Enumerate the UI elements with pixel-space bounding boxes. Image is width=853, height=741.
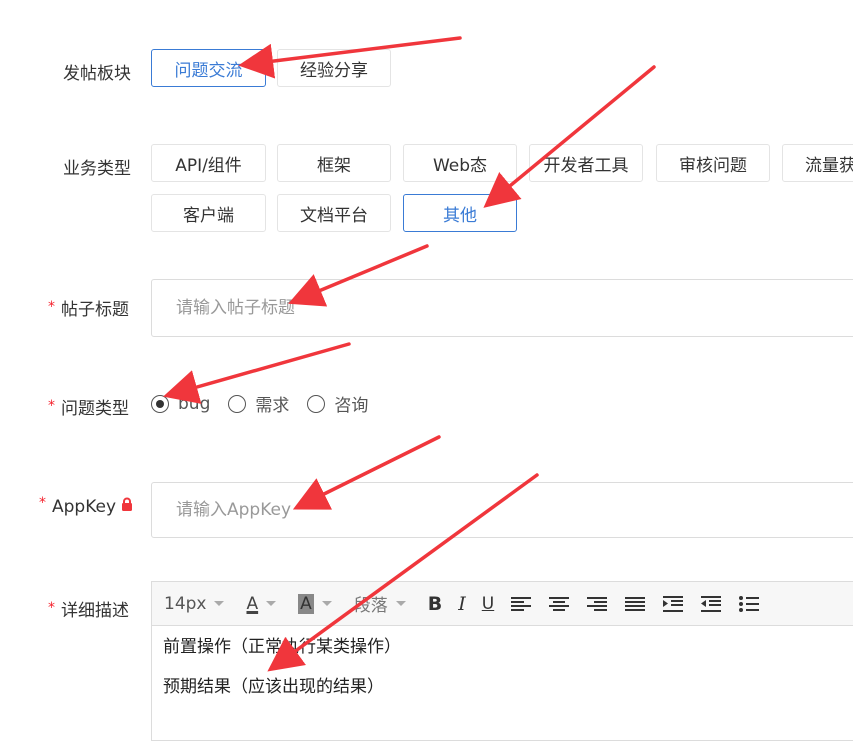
align-justify-button[interactable]: [624, 595, 646, 613]
align-left-icon: [511, 596, 532, 611]
editor-toolbar: 14px A A 段落 B I U: [152, 582, 853, 626]
required-mark: *: [48, 600, 55, 616]
bullet-list-button[interactable]: [738, 595, 760, 613]
business-option-other[interactable]: 其他: [403, 194, 517, 232]
align-right-icon: [587, 596, 608, 611]
bullet-list-icon: [739, 595, 760, 612]
title-label: 帖子标题: [61, 300, 129, 320]
radio-requirement[interactable]: 需求: [228, 391, 289, 416]
radio-consult[interactable]: 咨询: [307, 391, 368, 416]
required-mark: *: [48, 299, 55, 315]
radio-label-bug: bug: [178, 393, 211, 414]
font-color-dropdown[interactable]: A: [246, 593, 277, 614]
chevron-down-icon: [321, 601, 332, 606]
editor-line: 前置操作（正常执行某类操作）: [163, 637, 401, 657]
indent-icon: [663, 595, 684, 612]
business-option-web[interactable]: Web态: [403, 144, 517, 182]
outdent-icon: [701, 595, 722, 612]
font-size-dropdown[interactable]: 14px: [164, 593, 225, 614]
appkey-label-row: * AppKey: [39, 495, 133, 517]
appkey-label: AppKey: [52, 497, 117, 517]
business-option-client[interactable]: 客户端: [151, 194, 266, 232]
font-color-icon: A: [246, 593, 259, 614]
paragraph-dropdown[interactable]: 段落: [354, 591, 406, 616]
italic-button[interactable]: I: [458, 593, 466, 615]
title-input[interactable]: [151, 279, 853, 337]
description-label-row: * 详细描述: [48, 596, 129, 621]
chevron-down-icon: [214, 601, 225, 606]
board-option-qa[interactable]: 问题交流: [151, 49, 266, 87]
indent-button[interactable]: [662, 595, 684, 613]
radio-circle[interactable]: [228, 394, 247, 413]
editor-content[interactable]: 前置操作（正常执行某类操作） 预期结果（应该出现的结果）: [152, 626, 853, 726]
title-label-row: * 帖子标题: [48, 295, 129, 320]
business-option-devtools[interactable]: 开发者工具: [529, 144, 643, 182]
bold-button[interactable]: B: [428, 593, 442, 615]
board-option-experience[interactable]: 经验分享: [277, 49, 391, 87]
align-right-button[interactable]: [586, 595, 608, 613]
chevron-down-icon: [266, 601, 277, 606]
italic-icon: I: [458, 592, 466, 615]
business-type-label: 业务类型: [63, 159, 131, 179]
business-option-framework[interactable]: 框架: [277, 144, 391, 182]
business-option-traffic[interactable]: 流量获: [782, 144, 853, 182]
align-center-button[interactable]: [548, 595, 570, 613]
align-justify-icon: [625, 596, 646, 611]
radio-label-consult: 咨询: [334, 396, 369, 416]
align-center-icon: [549, 596, 570, 611]
description-label: 详细描述: [61, 601, 129, 621]
board-label: 发帖板块: [63, 64, 131, 84]
bg-color-dropdown[interactable]: A: [298, 593, 332, 614]
lock-icon: [121, 497, 133, 517]
outdent-button[interactable]: [700, 595, 722, 613]
business-option-docs[interactable]: 文档平台: [277, 194, 391, 232]
issue-type-radio-group: bug 需求 咨询: [151, 391, 386, 416]
bold-icon: B: [427, 592, 443, 615]
radio-dot: [156, 399, 164, 408]
required-mark: *: [48, 398, 55, 414]
underline-button[interactable]: U: [482, 594, 494, 614]
issue-type-label-row: * 问题类型: [48, 394, 129, 419]
annotation-arrow: [163, 342, 351, 404]
editor-line: 预期结果（应该出现的结果）: [163, 677, 384, 697]
rich-text-editor: 14px A A 段落 B I U 前置操作（正常执行某类操作） 预期结果（应该…: [151, 581, 853, 741]
font-size-value: 14px: [164, 593, 207, 614]
bg-color-icon: A: [298, 593, 314, 614]
radio-label-requirement: 需求: [255, 396, 290, 416]
radio-bug[interactable]: bug: [151, 394, 210, 414]
issue-type-label: 问题类型: [61, 399, 129, 419]
underline-icon: U: [481, 593, 495, 614]
radio-circle[interactable]: [307, 394, 326, 413]
align-left-button[interactable]: [510, 595, 532, 613]
radio-circle-checked[interactable]: [151, 394, 169, 413]
appkey-input[interactable]: [151, 482, 853, 538]
business-option-review[interactable]: 审核问题: [656, 144, 770, 182]
paragraph-label: 段落: [353, 596, 388, 616]
chevron-down-icon: [395, 601, 406, 606]
business-option-api[interactable]: API/组件: [151, 144, 266, 182]
required-mark: *: [39, 495, 46, 511]
